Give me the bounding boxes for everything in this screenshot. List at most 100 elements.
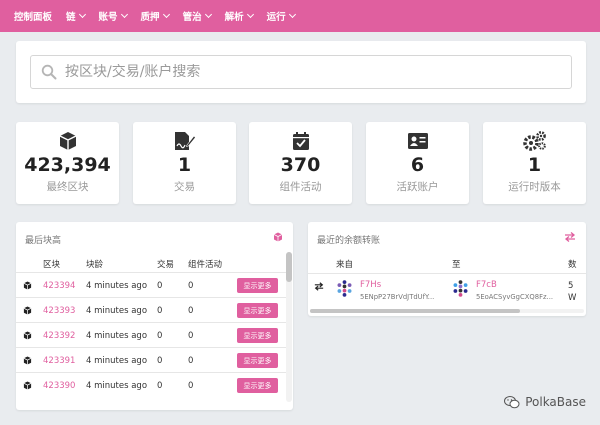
scrollbar-thumb[interactable] — [310, 309, 520, 313]
block-age: 4 minutes ago — [86, 381, 148, 391]
chevron-down-icon — [162, 10, 170, 19]
column-header: 组件活动 — [188, 260, 223, 270]
gears-icon — [522, 131, 546, 151]
cube-icon — [23, 281, 32, 290]
column-header: 至 — [452, 260, 461, 270]
amount-unit: W — [568, 293, 577, 303]
identicon-avatar — [453, 280, 468, 297]
stat-finalized-blocks: 423,394 最终区块 — [16, 122, 119, 204]
stat-label: 组件活动 — [279, 181, 322, 193]
stat-value: 370 — [280, 154, 321, 176]
chevron-down-icon — [78, 10, 86, 19]
vertical-scrollbar[interactable] — [286, 252, 292, 402]
table-row: 423394 4 minutes ago 0 0 显示更多 — [16, 272, 286, 297]
id-card-icon — [407, 133, 428, 149]
table-header: 来自 至 数 — [308, 258, 586, 272]
latest-blocks-panel: 最后块高 区块 块龄 交易 组件活动 423394 4 minutes ago … — [16, 222, 293, 410]
chevron-down-icon — [246, 10, 254, 19]
block-tx-count: 0 — [157, 356, 163, 366]
stat-label: 运行时版本 — [508, 181, 561, 193]
search-box[interactable] — [30, 55, 572, 89]
nav-label: 账号 — [98, 12, 118, 23]
column-header: 交易 — [157, 260, 175, 270]
sender-name-link[interactable]: F7Hs — [360, 280, 434, 290]
cube-icon[interactable] — [273, 232, 283, 242]
watermark: PolkaBase — [504, 395, 586, 409]
block-event-count: 0 — [188, 381, 194, 391]
block-tx-count: 0 — [157, 306, 163, 316]
stat-label: 交易 — [174, 181, 195, 193]
horizontal-scrollbar[interactable] — [310, 309, 584, 313]
column-header: 块龄 — [86, 260, 104, 270]
top-navigation: 控制面板 链 账号 质押 管治 解析 运行 — [0, 0, 600, 32]
identicon-avatar — [337, 280, 352, 297]
column-header: 数 — [568, 260, 577, 270]
table-row: 423390 4 minutes ago 0 0 显示更多 — [16, 372, 286, 397]
stat-events: 370 组件活动 — [249, 122, 352, 204]
show-more-button[interactable]: 显示更多 — [237, 303, 278, 318]
show-more-button[interactable]: 显示更多 — [237, 353, 278, 368]
panel-title: 最近的余额转账 — [317, 236, 381, 246]
nav-governance[interactable]: 管治 — [182, 9, 212, 23]
cube-icon — [23, 306, 32, 315]
chevron-down-icon — [120, 10, 128, 19]
recipient-hash: 5EoACSyvGgCXQ8Fz... — [476, 293, 554, 301]
amount-value: 5 — [568, 281, 574, 291]
recipient-address: F7cB 5EoACSyvGgCXQ8Fz... — [476, 280, 553, 301]
nav-chain[interactable]: 链 — [66, 9, 86, 23]
block-number-link[interactable]: 423394 — [43, 281, 75, 291]
block-event-count: 0 — [188, 281, 194, 291]
block-age: 4 minutes ago — [86, 306, 148, 316]
stat-runtime-version: 1 运行时版本 — [483, 122, 586, 204]
table-row: 423391 4 minutes ago 0 0 显示更多 — [16, 347, 286, 372]
block-age: 4 minutes ago — [86, 281, 148, 291]
nav-accounts[interactable]: 账号 — [98, 9, 128, 23]
search-icon — [41, 64, 57, 80]
block-event-count: 0 — [188, 331, 194, 341]
cube-icon — [23, 381, 32, 390]
block-number-link[interactable]: 423391 — [43, 356, 75, 366]
search-input[interactable] — [65, 64, 545, 80]
transfer-arrows-icon — [314, 282, 324, 291]
nav-label: 管治 — [182, 12, 202, 23]
nav-runtime[interactable]: 运行 — [266, 9, 296, 23]
transfer-amount: 5 W — [568, 280, 576, 304]
nav-staking[interactable]: 质押 — [140, 9, 170, 23]
signed-doc-icon — [174, 132, 196, 150]
stat-label: 最终区块 — [46, 181, 89, 193]
wechat-icon — [504, 395, 520, 408]
chevron-down-icon — [288, 10, 296, 19]
nav-label: 控制面板 — [14, 12, 53, 23]
stat-label: 活跃账户 — [396, 181, 439, 193]
block-age: 4 minutes ago — [86, 331, 148, 341]
stat-transactions: 1 交易 — [133, 122, 236, 204]
transfer-arrows-icon[interactable] — [564, 232, 576, 242]
block-number-link[interactable]: 423392 — [43, 331, 75, 341]
cube-icon — [23, 331, 32, 340]
show-more-button[interactable]: 显示更多 — [237, 278, 278, 293]
column-header: 区块 — [43, 260, 61, 270]
stat-active-accounts: 6 活跃账户 — [366, 122, 469, 204]
show-more-button[interactable]: 显示更多 — [237, 328, 278, 343]
stat-value: 423,394 — [24, 154, 111, 176]
block-age: 4 minutes ago — [86, 356, 148, 366]
stat-value: 1 — [527, 154, 542, 176]
cube-icon — [23, 356, 32, 365]
nav-label: 运行 — [266, 12, 286, 23]
watermark-text: PolkaBase — [525, 395, 586, 409]
chevron-down-icon — [204, 10, 212, 19]
show-more-button[interactable]: 显示更多 — [237, 378, 278, 393]
nav-label: 质押 — [140, 12, 160, 23]
recipient-name-link[interactable]: F7cB — [476, 280, 553, 290]
scrollbar-thumb[interactable] — [286, 252, 292, 282]
table-row: F7Hs 5ENpP27BrVdJTdUfY... F7cB 5EoACSyvG… — [308, 273, 586, 307]
table-row: 423392 4 minutes ago 0 0 显示更多 — [16, 322, 286, 347]
panel-title: 最后块高 — [25, 236, 62, 246]
table-header: 区块 块龄 交易 组件活动 — [16, 258, 286, 272]
table-row: 423393 4 minutes ago 0 0 显示更多 — [16, 297, 286, 322]
block-number-link[interactable]: 423393 — [43, 306, 75, 316]
nav-dashboard[interactable]: 控制面板 — [14, 9, 52, 23]
block-number-link[interactable]: 423390 — [43, 381, 75, 391]
sender-hash: 5ENpP27BrVdJTdUfY... — [360, 293, 435, 301]
nav-analytics[interactable]: 解析 — [225, 9, 254, 23]
